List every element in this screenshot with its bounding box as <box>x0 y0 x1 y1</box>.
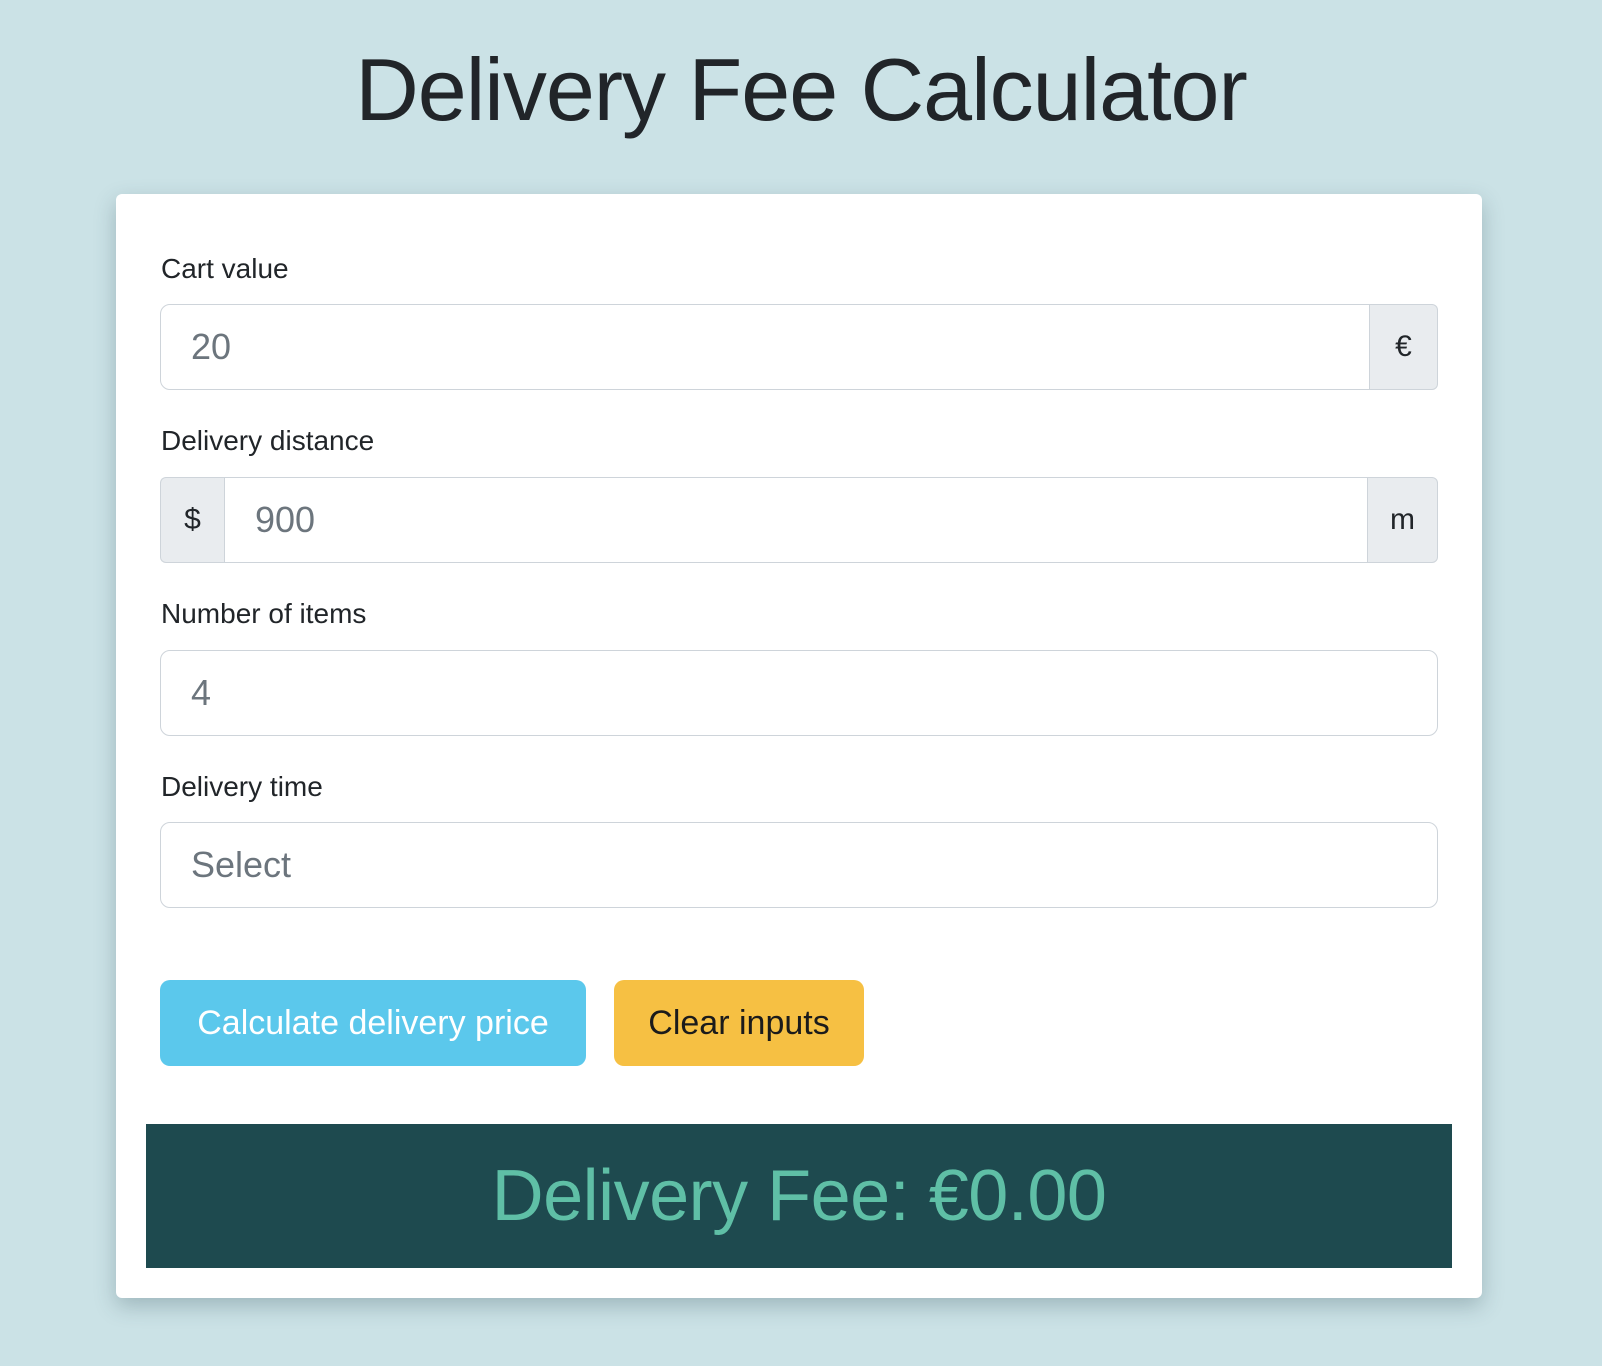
delivery-time-select[interactable]: Select <box>160 822 1438 908</box>
delivery-fee-result: Delivery Fee: €0.00 <box>146 1124 1452 1268</box>
cart-value-label: Cart value <box>161 253 289 284</box>
delivery-fee-text: Delivery Fee: €0.00 <box>491 1156 1107 1236</box>
delivery-distance-input[interactable] <box>224 477 1368 563</box>
page-title: Delivery Fee Calculator <box>355 40 1248 139</box>
clear-inputs-button[interactable]: Clear inputs <box>614 980 864 1066</box>
delivery-time-selected: Select <box>191 844 292 885</box>
number-of-items-group <box>160 650 1438 736</box>
number-of-items-input[interactable] <box>160 650 1438 736</box>
delivery-time-label: Delivery time <box>161 771 323 802</box>
cart-value-group: € <box>160 304 1438 390</box>
number-of-items-label: Number of items <box>161 598 367 629</box>
euro-suffix: € <box>1370 304 1438 390</box>
dollar-prefix: $ <box>160 477 224 563</box>
cart-value-input[interactable] <box>160 304 1370 390</box>
delivery-distance-label: Delivery distance <box>161 425 375 456</box>
calculator-card: Cart value € Delivery distance $ m Numbe… <box>116 194 1482 1298</box>
meters-suffix: m <box>1368 477 1438 563</box>
delivery-distance-group: $ m <box>160 477 1438 563</box>
calculate-delivery-price-button[interactable]: Calculate delivery price <box>160 980 586 1066</box>
